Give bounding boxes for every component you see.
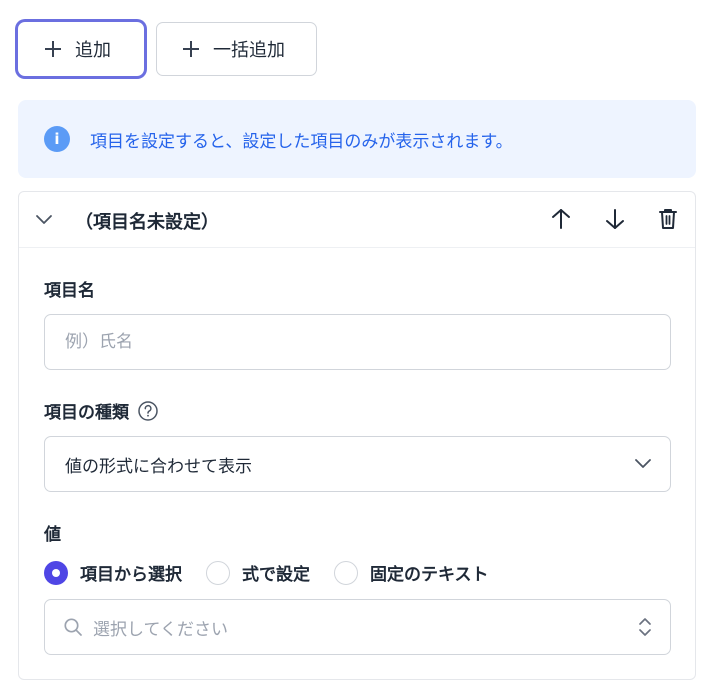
info-banner: i 項目を設定すると、設定した項目のみが表示されます。 [18,100,696,178]
plus-icon [45,41,61,57]
type-label-row: 項目の種類 [44,398,159,423]
radio-label: 項目から選択 [80,565,182,585]
radio-select-from-field[interactable]: 項目から選択 [44,560,182,585]
info-text: 項目を設定すると、設定した項目のみが表示されます。 [90,131,513,152]
trash-icon[interactable] [658,207,678,231]
help-icon[interactable] [137,400,159,422]
value-label: 値 [44,525,61,545]
add-button[interactable]: 追加 [18,22,144,76]
info-icon: i [44,126,70,152]
name-label: 項目名 [44,281,95,301]
radio-button[interactable] [206,560,230,585]
field-card: （項目名未設定） 項目名 項目の種類 値の形式に合わせて表示 [18,191,696,680]
search-icon [64,618,82,636]
card-title: （項目名未設定） [75,212,219,233]
name-input[interactable] [44,314,671,370]
field-select-combobox[interactable]: 選択してください [44,599,671,655]
chevron-down-icon[interactable] [35,212,53,226]
value-source-radio-group: 項目から選択 式で設定 固定のテキスト [44,560,513,585]
radio-label: 固定のテキスト [370,565,489,585]
arrow-up-icon[interactable] [550,207,572,231]
add-button-label: 追加 [75,40,111,61]
chevron-down-icon [635,459,651,468]
radio-button-checked[interactable] [44,560,68,585]
field-select-placeholder: 選択してください [93,619,228,640]
bulk-add-button-label: 一括追加 [213,40,285,61]
type-label: 項目の種類 [44,403,129,423]
type-select-value: 値の形式に合わせて表示 [65,456,252,477]
chevron-up-down-icon [639,618,651,636]
radio-label: 式で設定 [242,565,310,585]
radio-button[interactable] [334,560,358,585]
plus-icon [183,41,199,57]
card-header: （項目名未設定） [19,192,695,248]
radio-formula[interactable]: 式で設定 [206,560,310,585]
type-select[interactable]: 値の形式に合わせて表示 [44,436,671,492]
bulk-add-button[interactable]: 一括追加 [156,22,317,76]
radio-fixed-text[interactable]: 固定のテキスト [334,560,489,585]
arrow-down-icon[interactable] [604,207,626,231]
